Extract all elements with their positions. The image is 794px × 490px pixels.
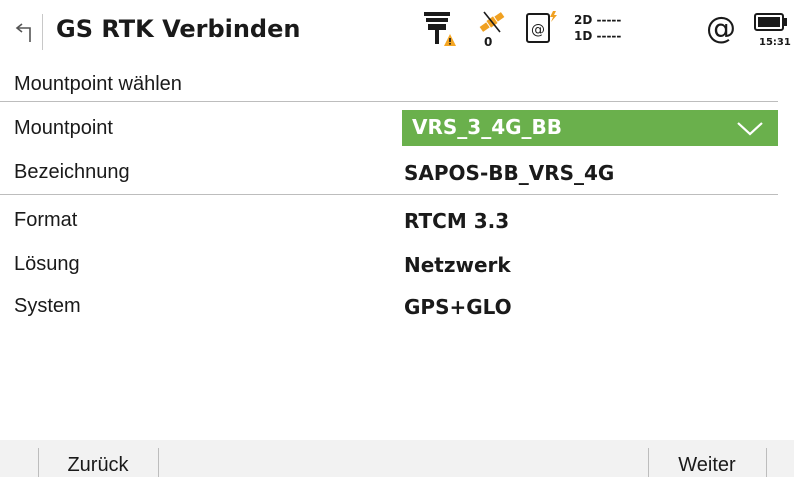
bezeichnung-value: SAPOS-BB_VRS_4G — [404, 161, 615, 185]
page-title: GS RTK Verbinden — [56, 15, 301, 43]
title-divider — [42, 14, 43, 50]
mountpoint-label: Mountpoint — [14, 117, 113, 139]
mountpoint-value: VRS_3_4G_BB — [412, 115, 563, 139]
loesung-label: Lösung — [14, 253, 80, 275]
position-quality: 2D ----- 1D ----- — [574, 12, 621, 44]
section-heading-row: Mountpoint wählen — [0, 68, 794, 104]
next-button[interactable]: Weiter — [648, 440, 766, 477]
chevron-down-icon — [737, 122, 763, 136]
rtk-antenna-warning-icon[interactable] — [422, 10, 456, 48]
format-value: RTCM 3.3 — [404, 209, 510, 233]
loesung-row: Lösung Netzwerk — [0, 246, 794, 282]
bezeichnung-row: Bezeichnung SAPOS-BB_VRS_4G — [0, 154, 794, 190]
bezeichnung-label: Bezeichnung — [14, 161, 130, 183]
internet-at-icon[interactable]: @ — [706, 14, 736, 44]
format-row: Format RTCM 3.3 — [0, 202, 794, 238]
format-label: Format — [14, 209, 78, 231]
system-value: GPS+GLO — [404, 295, 512, 319]
device-at-icon[interactable]: @ — [524, 10, 558, 46]
title-bar: GS RTK Verbinden 0 @ 2D ----- 1D ----- @… — [0, 0, 794, 64]
quality-1d: 1D ----- — [574, 29, 622, 43]
mountpoint-dropdown[interactable]: VRS_3_4G_BB — [402, 110, 778, 146]
back-arrow-icon[interactable] — [12, 18, 36, 46]
satellite-count: 0 — [484, 35, 493, 49]
system-row: System GPS+GLO — [0, 288, 794, 324]
section-heading: Mountpoint wählen — [14, 73, 182, 95]
divider — [0, 194, 778, 195]
svg-text:@: @ — [531, 22, 545, 38]
loesung-value: Netzwerk — [404, 253, 511, 277]
system-label: System — [14, 295, 81, 317]
back-button[interactable]: Zurück — [38, 440, 158, 477]
battery-icon[interactable] — [754, 13, 788, 31]
clock: 15:31 — [759, 37, 791, 48]
divider — [0, 101, 778, 102]
softkey-divider — [766, 448, 767, 477]
quality-2d: 2D ----- — [574, 13, 622, 27]
softkey-divider — [158, 448, 159, 477]
